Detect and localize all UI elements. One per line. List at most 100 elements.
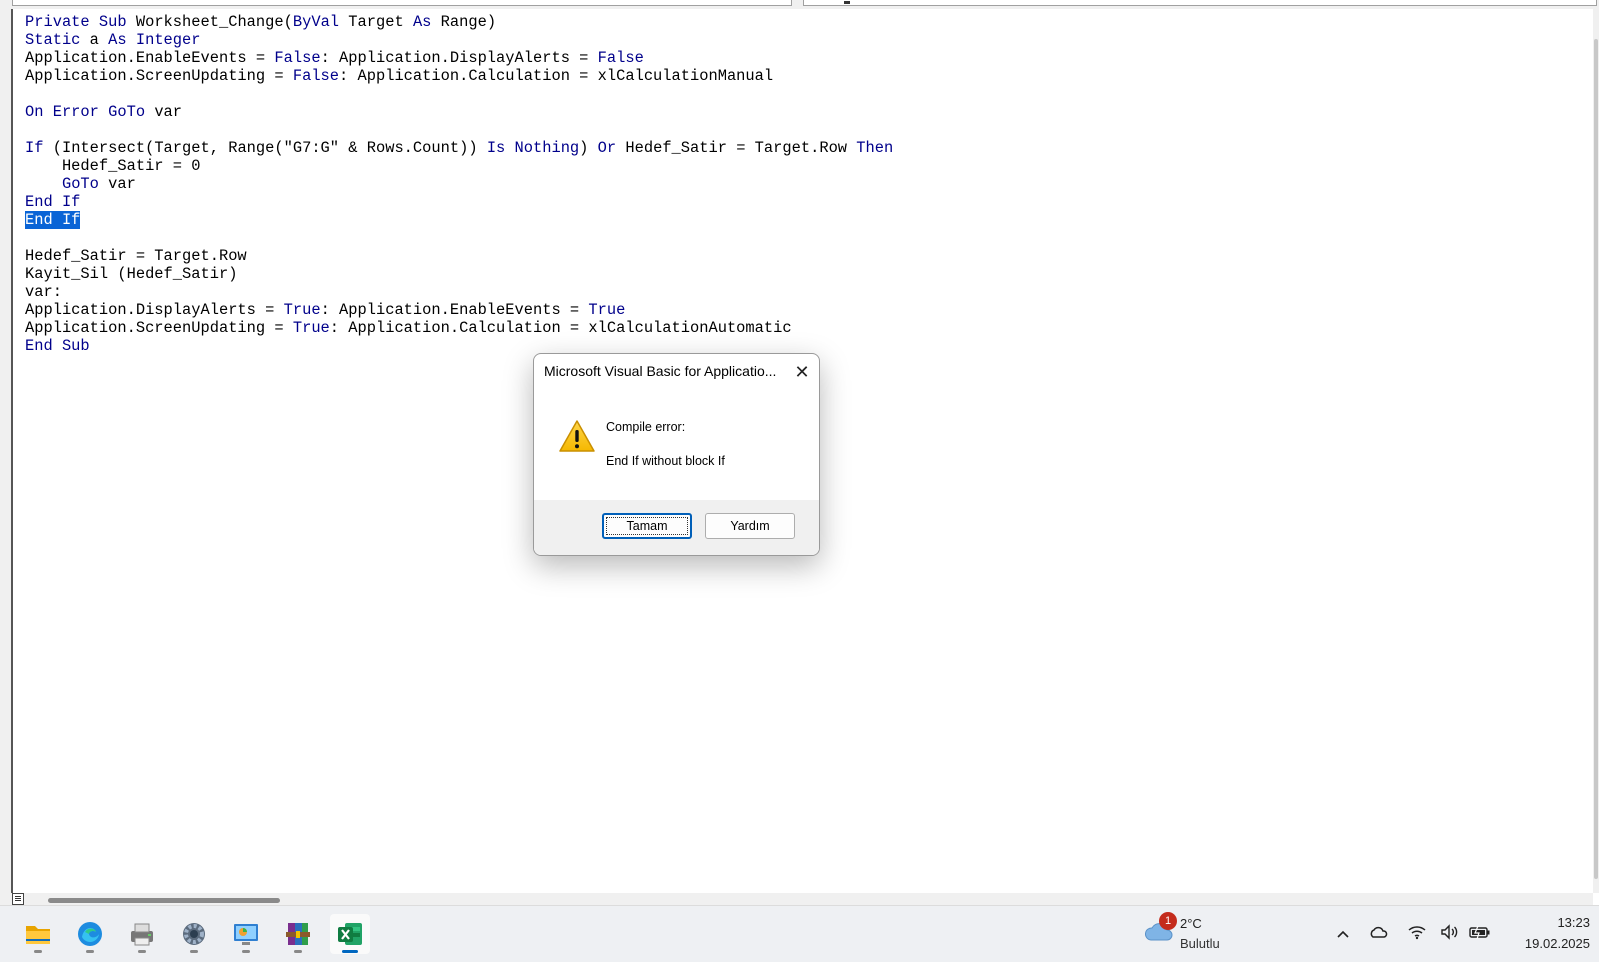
code-keyword: As Integer: [108, 31, 201, 49]
control-panel-icon[interactable]: [226, 914, 266, 954]
code-line[interactable]: Application.ScreenUpdating = True: Appli…: [25, 319, 893, 337]
winrar-icon[interactable]: [278, 914, 318, 954]
code-keyword: Private Sub: [25, 13, 127, 31]
horizontal-scroll-row: [0, 893, 1593, 905]
code-line[interactable]: Application.DisplayAlerts = True: Applic…: [25, 301, 893, 319]
code-line[interactable]: Static a As Integer: [25, 31, 893, 49]
running-indicator: [242, 950, 250, 953]
file-explorer-icon[interactable]: [18, 914, 58, 954]
taskbar: 1 2°C Bulutlu 13:23 19.02.2025: [0, 905, 1599, 962]
settings-icon[interactable]: [174, 914, 214, 954]
code-keyword: True: [292, 319, 330, 337]
clock-date[interactable]: 19.02.2025: [1500, 936, 1590, 951]
weather-condition: Bulutlu: [1180, 936, 1220, 951]
code-token: : Application.EnableEvents =: [320, 301, 589, 319]
code-keyword: Is Nothing: [486, 139, 580, 157]
code-text[interactable]: Private Sub Worksheet_Change(ByVal Targe…: [25, 13, 893, 355]
code-line[interactable]: [25, 121, 893, 139]
code-keyword: Then: [856, 139, 894, 157]
code-window-header: [0, 0, 1599, 9]
code-token: : Application.Calculation = xlCalculatio…: [339, 67, 774, 85]
printer-app-icon[interactable]: [122, 914, 162, 954]
code-token: var:: [25, 283, 62, 301]
selected-code: End If: [25, 211, 81, 229]
ok-button[interactable]: Tamam: [602, 513, 692, 539]
compile-error-dialog: Microsoft Visual Basic for Applicatio...…: [533, 353, 820, 556]
code-token: Target: [339, 13, 413, 31]
running-indicator: [294, 950, 302, 953]
code-keyword: End Sub: [25, 337, 90, 355]
close-icon[interactable]: ✕: [789, 359, 815, 385]
code-line[interactable]: [25, 229, 893, 247]
code-line[interactable]: GoTo var: [25, 175, 893, 193]
code-keyword: End If: [25, 193, 81, 211]
wifi-icon[interactable]: [1406, 924, 1428, 946]
code-token: Kayit_Sil (Hedef_Satir): [25, 265, 238, 283]
code-line[interactable]: Hedef_Satir = Target.Row: [25, 247, 893, 265]
dialog-title: Microsoft Visual Basic for Applicatio...: [544, 363, 777, 379]
excel-icon[interactable]: [330, 914, 370, 954]
weather-badge: 1: [1159, 912, 1177, 930]
code-keyword: Or: [597, 139, 617, 157]
code-keyword: If: [25, 139, 44, 157]
error-title: Compile error:: [606, 420, 686, 434]
horizontal-scroll-thumb[interactable]: [48, 898, 280, 903]
vertical-scroll-thumb[interactable]: [1594, 39, 1598, 879]
dialog-footer: Tamam Yardım: [534, 500, 819, 555]
code-token: (Intersect(Target, Range("G7:G" & Rows.C…: [43, 139, 487, 157]
code-token: a: [80, 31, 109, 49]
code-line[interactable]: Kayit_Sil (Hedef_Satir): [25, 265, 893, 283]
battery-icon[interactable]: [1469, 924, 1491, 946]
code-line[interactable]: Application.EnableEvents = False: Applic…: [25, 49, 893, 67]
code-keyword: False: [597, 49, 644, 67]
dropdown-text-fragment: [844, 1, 850, 4]
active-indicator: [342, 950, 358, 953]
code-keyword: ByVal: [292, 13, 340, 31]
code-line[interactable]: If (Intersect(Target, Range("G7:G" & Row…: [25, 139, 893, 157]
code-token: Worksheet_Change(: [126, 13, 293, 31]
help-button[interactable]: Yardım: [705, 513, 795, 539]
code-line[interactable]: Application.ScreenUpdating = False: Appl…: [25, 67, 893, 85]
code-keyword: As: [412, 13, 432, 31]
code-keyword: False: [292, 67, 340, 85]
code-token: Application.ScreenUpdating =: [25, 67, 293, 85]
chevron-up-icon[interactable]: [1332, 924, 1354, 946]
warning-icon: [559, 420, 595, 452]
code-keyword: On Error GoTo: [25, 103, 146, 121]
weather-temperature: 2°C: [1180, 916, 1202, 931]
clock-time[interactable]: 13:23: [1540, 915, 1590, 930]
code-keyword: GoTo: [61, 175, 99, 193]
code-line[interactable]: On Error GoTo var: [25, 103, 893, 121]
vertical-scrollbar[interactable]: [1593, 9, 1599, 893]
code-token: ): [579, 139, 598, 157]
weather-widget[interactable]: 1 2°C Bulutlu: [1143, 912, 1253, 956]
code-token: Application.DisplayAlerts =: [25, 301, 284, 319]
code-token: Hedef_Satir = 0: [25, 157, 201, 175]
code-line[interactable]: Private Sub Worksheet_Change(ByVal Targe…: [25, 13, 893, 31]
edge-icon[interactable]: [70, 914, 110, 954]
code-token: : Application.Calculation = xlCalculatio…: [329, 319, 792, 337]
code-token: Range): [431, 13, 497, 31]
volume-icon[interactable]: [1439, 924, 1461, 946]
code-token: Hedef_Satir = Target.Row: [616, 139, 857, 157]
code-token: Application.EnableEvents =: [25, 49, 275, 67]
procedure-view-button[interactable]: [0, 893, 12, 905]
procedure-dropdown[interactable]: [803, 0, 1597, 6]
code-keyword: True: [283, 301, 321, 319]
code-token: Hedef_Satir = Target.Row: [25, 247, 247, 265]
code-line[interactable]: End If: [25, 211, 893, 229]
onedrive-icon[interactable]: [1368, 924, 1390, 946]
code-token: var: [145, 103, 183, 121]
margin-indicator-bar[interactable]: [0, 9, 13, 893]
code-line[interactable]: Hedef_Satir = 0: [25, 157, 893, 175]
full-module-view-button[interactable]: [12, 893, 24, 905]
object-dropdown[interactable]: [12, 0, 792, 6]
code-keyword: True: [588, 301, 626, 319]
code-line[interactable]: [25, 85, 893, 103]
code-line[interactable]: End If: [25, 193, 893, 211]
running-indicator: [190, 950, 198, 953]
code-token: var: [98, 175, 136, 193]
running-indicator: [138, 950, 146, 953]
code-line[interactable]: var:: [25, 283, 893, 301]
